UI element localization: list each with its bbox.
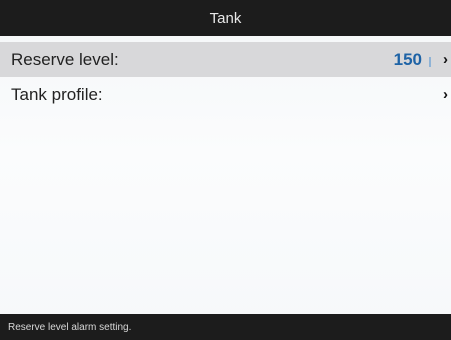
status-help-text: Reserve level alarm setting.: [8, 321, 132, 333]
title-bar: Tank: [0, 0, 451, 36]
chevron-right-icon: ›: [443, 86, 448, 103]
page-title: Tank: [209, 9, 242, 27]
tank-settings-screen: Tank Reserve level: 150 › Tank profile: …: [0, 0, 451, 340]
status-bar: Reserve level alarm setting.: [0, 314, 451, 340]
value-separator: [429, 57, 431, 67]
menu-item-reserve-level[interactable]: Reserve level: 150 ›: [0, 42, 451, 77]
settings-menu: Reserve level: 150 › Tank profile: ›: [0, 42, 451, 112]
reserve-level-value: 150: [393, 49, 422, 69]
chevron-right-icon: ›: [443, 51, 448, 68]
menu-item-tank-profile[interactable]: Tank profile: ›: [0, 77, 451, 112]
menu-item-label: Tank profile:: [11, 84, 103, 104]
menu-item-label: Reserve level:: [11, 49, 119, 69]
